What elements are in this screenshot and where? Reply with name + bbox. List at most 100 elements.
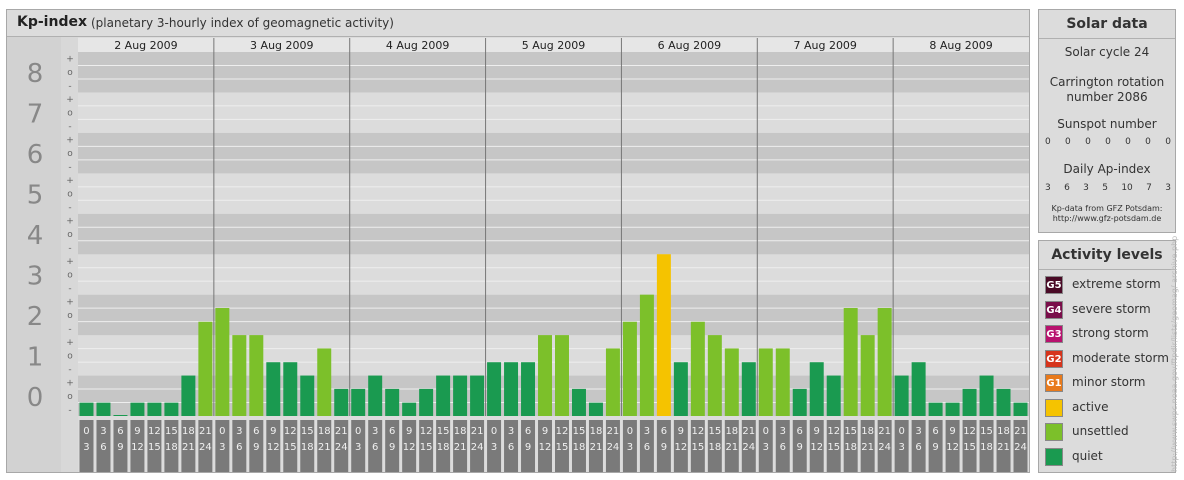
kp-bar <box>181 375 196 416</box>
interval-end-label: 21 <box>590 442 603 453</box>
interval-end-label: 21 <box>997 442 1010 453</box>
interval-end-label: 6 <box>508 442 514 453</box>
sunspot-value: 0 <box>1105 137 1111 147</box>
y-minor-label: o <box>67 270 73 280</box>
kp-bar <box>673 362 688 416</box>
y-minor-label: + <box>66 217 74 227</box>
y-minor-label: o <box>67 392 73 402</box>
kp-bar <box>639 294 654 416</box>
activity-level-extreme-storm: G5 extreme storm <box>1045 275 1175 295</box>
interval-start-label: 18 <box>861 426 874 437</box>
y-minor-label: - <box>68 122 71 132</box>
kp-bar <box>1013 402 1028 416</box>
ap-value: 3 <box>1083 183 1089 193</box>
kp-bar <box>198 321 213 416</box>
interval-end-label: 6 <box>236 442 242 453</box>
interval-end-label: 9 <box>525 442 531 453</box>
sunspot-value: 0 <box>1065 137 1071 147</box>
credit-url: http://www.swpc.noaa.gov/ftpdir/lists/ge… <box>1170 235 1179 472</box>
interval-end-label: 12 <box>403 442 416 453</box>
interval-end-label: 3 <box>491 442 497 453</box>
kp-bar <box>690 321 705 416</box>
kp-bar <box>164 402 179 416</box>
interval-start-label: 18 <box>997 426 1010 437</box>
ap-value: 3 <box>1045 183 1051 193</box>
kp-bar <box>300 375 315 416</box>
interval-end-label: 15 <box>420 442 433 453</box>
y-minor-label: o <box>67 230 73 240</box>
day-label: 2 Aug 2009 <box>114 39 177 52</box>
interval-start-label: 15 <box>980 426 993 437</box>
ap-value: 7 <box>1146 183 1152 193</box>
interval-start-label: 3 <box>372 426 378 437</box>
y-minor-label: o <box>67 190 73 200</box>
interval-end-label: 24 <box>878 442 891 453</box>
day-label: 5 Aug 2009 <box>522 39 585 52</box>
y-minor-label: o <box>67 68 73 78</box>
interval-end-label: 12 <box>131 442 144 453</box>
level-label: strong storm <box>1072 326 1149 340</box>
interval-start-label: 12 <box>963 426 976 437</box>
interval-start-label: 3 <box>508 426 514 437</box>
kp-bar <box>758 348 773 416</box>
interval-end-label: 12 <box>539 442 552 453</box>
y-minor-label: - <box>68 163 71 173</box>
y-minor-label: + <box>66 378 74 388</box>
day-label: 8 Aug 2009 <box>929 39 992 52</box>
kp-bar <box>894 375 909 416</box>
interval-end-label: 3 <box>763 442 769 453</box>
interval-end-label: 9 <box>797 442 803 453</box>
interval-start-label: 6 <box>932 426 938 437</box>
interval-start-label: 18 <box>318 426 331 437</box>
interval-end-label: 21 <box>861 442 874 453</box>
kp-bar <box>707 335 722 416</box>
level-swatch <box>1045 398 1063 417</box>
kp-chart: 0 + o - 1 + o - 2 + o - 3 + o - 4 + o - 5 + o - 6 + o - 7 + o - 8 + o - 2 Au… <box>7 36 1029 472</box>
interval-start-label: 18 <box>725 426 738 437</box>
chart-title: Kp-index <box>17 14 87 30</box>
kp-bar <box>538 335 552 416</box>
interval-end-label: 18 <box>437 442 450 453</box>
interval-end-label: 9 <box>253 442 259 453</box>
y-minor-label: - <box>68 203 71 213</box>
interval-start-label: 0 <box>763 426 769 437</box>
source-link[interactable]: http://www.gfz-potsdam.de <box>1039 214 1175 224</box>
kp-bar <box>571 388 586 416</box>
kp-bar <box>792 388 807 416</box>
interval-end-label: 3 <box>898 442 904 453</box>
interval-start-label: 0 <box>219 426 225 437</box>
interval-start-label: 12 <box>691 426 704 437</box>
kp-bar <box>877 308 892 416</box>
interval-end-label: 3 <box>83 442 89 453</box>
kp-bar <box>147 402 162 416</box>
kp-bar <box>622 321 637 416</box>
y-tick-label: 0 <box>27 383 44 413</box>
level-label: moderate storm <box>1072 350 1169 365</box>
interval-start-label: 6 <box>661 426 667 437</box>
sunspot-value: 0 <box>1045 137 1051 147</box>
ap-value: 10 <box>1121 183 1133 193</box>
interval-end-label: 9 <box>661 442 667 453</box>
kp-bar <box>453 375 468 416</box>
interval-end-label: 6 <box>780 442 786 453</box>
interval-start-label: 21 <box>1014 426 1027 437</box>
kp-bar <box>249 335 264 416</box>
kp-bar <box>656 254 671 416</box>
activity-level-severe-storm: G4 severe storm <box>1045 300 1175 320</box>
interval-start-label: 12 <box>556 426 569 437</box>
interval-end-label: 9 <box>389 442 395 453</box>
interval-end-label: 3 <box>219 442 225 453</box>
interval-start-label: 21 <box>878 426 891 437</box>
interval-start-label: 6 <box>117 426 123 437</box>
sunspot-value: 0 <box>1085 137 1091 147</box>
interval-end-label: 12 <box>267 442 280 453</box>
level-swatch: G5 <box>1045 276 1063 294</box>
sunspot-values: 0 0 0 0 0 0 0 <box>1045 137 1171 147</box>
interval-start-label: 9 <box>134 426 140 437</box>
interval-end-label: 6 <box>644 442 650 453</box>
activity-level-quiet: quiet <box>1045 447 1175 467</box>
kp-bar <box>962 388 977 416</box>
interval-start-label: 9 <box>406 426 412 437</box>
interval-end-label: 18 <box>301 442 314 453</box>
chart-subtitle: (planetary 3-hourly index of geomagnetic… <box>91 16 394 30</box>
